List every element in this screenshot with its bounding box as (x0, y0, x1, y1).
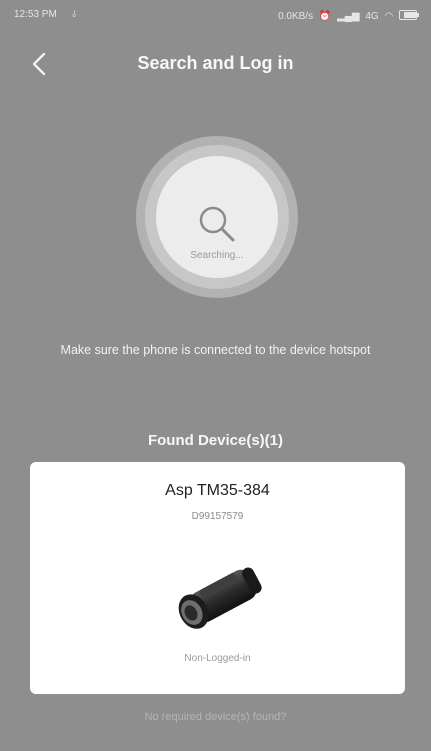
status-icons: 0.0KB/s ⏰ ▂▄▆ 4G ◠ (275, 9, 419, 22)
thermal-monocular-image (178, 567, 262, 629)
search-icon (199, 206, 235, 242)
device-name: Asp TM35-384 (165, 482, 270, 499)
page-title: Search and Log in (137, 53, 294, 73)
network-speed: 0.0KB/s (278, 11, 314, 22)
device-login-status: Non-Logged-in (184, 653, 251, 664)
hotspot-hint: Make sure the phone is connected to the … (60, 343, 371, 357)
battery-fill (404, 12, 416, 18)
signal-icon: ▂▄▆ (337, 11, 360, 22)
status-bar: 12:53 PM ⫰ 0.0KB/s ⏰ ▂▄▆ 4G ◠ (0, 0, 431, 30)
usb-icon: ⫰ (72, 9, 77, 20)
status-time: 12:53 PM (14, 9, 57, 20)
found-devices-title: Found Device(s)(1) (147, 432, 283, 449)
searching-status: Searching... (190, 250, 244, 261)
network-type: 4G (365, 11, 379, 22)
wifi-icon: ◠ (384, 11, 394, 22)
alarm-icon: ⏰ (318, 11, 332, 22)
device-serial: D99157579 (191, 511, 244, 522)
no-device-found-link[interactable]: No required device(s) found? (0, 711, 431, 723)
device-card[interactable]: Asp TM35-384 D99157579 Non-Logged-in (30, 462, 405, 694)
header: Search and Log in (0, 38, 431, 86)
battery-icon (399, 10, 419, 20)
